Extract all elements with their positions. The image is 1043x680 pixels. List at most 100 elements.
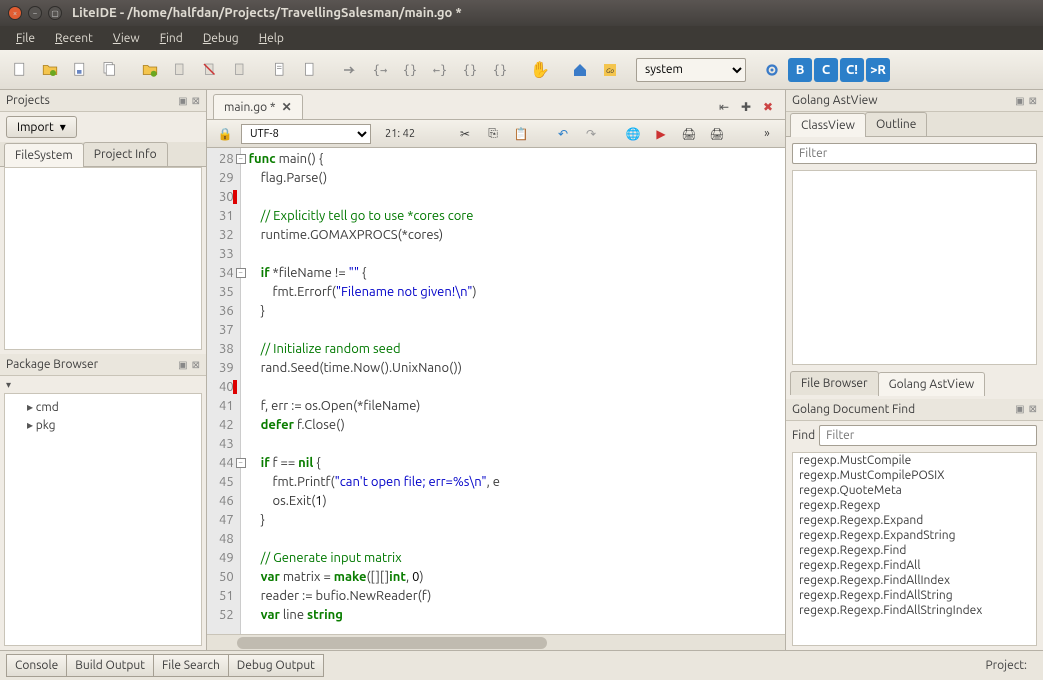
gutter-marker — [233, 380, 237, 394]
chevron-down-icon[interactable]: ▾ — [6, 379, 11, 390]
debug-button-2[interactable]: {} — [396, 56, 424, 84]
docfind-results[interactable]: regexp.MustCompileregexp.MustCompilePOSI… — [792, 452, 1037, 647]
print-icon[interactable]: 🖨 — [677, 122, 701, 146]
globe-icon[interactable]: 🌐 — [621, 122, 645, 146]
tree-item-cmd[interactable]: cmd — [9, 398, 197, 416]
close-icon[interactable]: ⊠ — [1029, 403, 1037, 415]
import-button[interactable]: Import ▾ — [6, 116, 77, 138]
result-item[interactable]: regexp.Regexp.Find — [793, 543, 1036, 558]
result-item[interactable]: regexp.Regexp.FindAllIndex — [793, 573, 1036, 588]
result-item[interactable]: regexp.QuoteMeta — [793, 483, 1036, 498]
restore-icon[interactable]: ▣ — [1015, 95, 1024, 107]
toolbar-c-button[interactable]: C — [814, 58, 838, 82]
package-tree[interactable]: cmdpkg — [4, 393, 202, 646]
toolbar-button-4[interactable] — [266, 56, 294, 84]
debug-button-4[interactable]: {} — [456, 56, 484, 84]
result-item[interactable]: regexp.Regexp.FindAllString — [793, 588, 1036, 603]
paste-icon[interactable]: 📋 — [509, 122, 533, 146]
encoding-select[interactable]: UTF-8 — [241, 124, 371, 144]
toolbar-button-3[interactable] — [226, 56, 254, 84]
result-item[interactable]: regexp.Regexp.ExpandString — [793, 528, 1036, 543]
toolbar-button-5[interactable] — [296, 56, 324, 84]
menu-view[interactable]: View — [105, 29, 148, 48]
window-minimize-button[interactable]: − — [28, 6, 42, 20]
save-all-button[interactable] — [96, 56, 124, 84]
open-folder-button[interactable] — [36, 56, 64, 84]
home-button[interactable] — [566, 56, 594, 84]
restore-icon[interactable]: ▣ — [178, 95, 187, 107]
filesystem-tree[interactable] — [4, 167, 202, 350]
print-preview-icon[interactable]: 🖨 — [705, 122, 729, 146]
tree-item-pkg[interactable]: pkg — [9, 416, 197, 434]
result-item[interactable]: regexp.MustCompilePOSIX — [793, 468, 1036, 483]
toolbar-button-2[interactable] — [196, 56, 224, 84]
toolbar-c-button[interactable]: C! — [840, 58, 864, 82]
toolbar-r-button[interactable]: >R — [866, 58, 890, 82]
menu-help[interactable]: Help — [251, 29, 292, 48]
tab-file-browser[interactable]: File Browser — [790, 371, 879, 395]
tab-close-icon[interactable]: ✕ — [282, 100, 292, 114]
tab-project-info[interactable]: Project Info — [83, 142, 168, 166]
step-over-button[interactable] — [336, 56, 364, 84]
fold-toggle[interactable]: − — [236, 458, 246, 468]
lock-icon[interactable]: 🔒 — [213, 122, 237, 146]
hand-icon[interactable]: ✋ — [526, 56, 554, 84]
fold-toggle[interactable]: − — [236, 268, 246, 278]
restore-icon[interactable]: ▣ — [178, 359, 187, 371]
statusbar-debug-output[interactable]: Debug Output — [228, 654, 324, 677]
tab-classview[interactable]: ClassView — [790, 113, 866, 137]
result-item[interactable]: regexp.Regexp.FindAll — [793, 558, 1036, 573]
more-icon[interactable]: » — [755, 122, 779, 146]
go-icon[interactable]: Go — [596, 56, 624, 84]
package-browser-title: Package Browser — [6, 358, 98, 371]
result-item[interactable]: regexp.Regexp.FindAllStringIndex — [793, 603, 1036, 618]
fold-toggle[interactable]: − — [236, 154, 246, 164]
toolbar-button-1[interactable] — [166, 56, 194, 84]
undo-icon[interactable]: ↶ — [551, 122, 575, 146]
statusbar-file-search[interactable]: File Search — [153, 654, 229, 677]
restore-icon[interactable]: ▣ — [1015, 403, 1024, 415]
env-select[interactable]: system — [636, 58, 746, 82]
astview-filter-input[interactable] — [792, 143, 1037, 164]
tab-filesystem[interactable]: FileSystem — [4, 143, 84, 167]
astview-tree[interactable] — [792, 170, 1037, 365]
toolbar-b-button[interactable]: B — [788, 58, 812, 82]
window-close-button[interactable]: × — [8, 6, 22, 20]
find-label: Find — [792, 429, 815, 442]
pdf-icon[interactable]: ▶ — [649, 122, 673, 146]
result-item[interactable]: regexp.Regexp — [793, 498, 1036, 513]
copy-icon[interactable]: ⎘ — [481, 122, 505, 146]
redo-icon[interactable]: ↷ — [579, 122, 603, 146]
menu-debug[interactable]: Debug — [195, 29, 247, 48]
statusbar-build-output[interactable]: Build Output — [66, 654, 154, 677]
new-file-button[interactable] — [6, 56, 34, 84]
menubar: FileRecentViewFindDebugHelp — [0, 26, 1043, 50]
project-open-button[interactable] — [136, 56, 164, 84]
cut-icon[interactable]: ✂ — [453, 122, 477, 146]
close-icon[interactable]: ⊠ — [1029, 95, 1037, 107]
debug-button-1[interactable]: {→ — [366, 56, 394, 84]
add-icon[interactable]: ✚ — [735, 96, 757, 118]
split-left-icon[interactable]: ⇤ — [713, 96, 735, 118]
horizontal-scrollbar[interactable] — [207, 634, 785, 650]
editor-tab[interactable]: main.go * ✕ — [213, 94, 303, 119]
window-maximize-button[interactable]: ▢ — [48, 6, 62, 20]
debug-button-3[interactable]: ←} — [426, 56, 454, 84]
code-editor[interactable]: func main() { flag.Parse() // Explicitly… — [241, 148, 785, 634]
save-button[interactable] — [66, 56, 94, 84]
result-item[interactable]: regexp.MustCompile — [793, 453, 1036, 468]
docfind-input[interactable] — [819, 425, 1037, 446]
debug-button-5[interactable]: {} — [486, 56, 514, 84]
tab-golang-astview[interactable]: Golang AstView — [878, 372, 986, 396]
menu-recent[interactable]: Recent — [47, 29, 101, 48]
menu-file[interactable]: File — [8, 29, 43, 48]
close-icon[interactable]: ⊠ — [192, 95, 200, 107]
close-icon[interactable]: ⊠ — [192, 359, 200, 371]
svg-text:Go: Go — [606, 68, 614, 75]
statusbar-console[interactable]: Console — [6, 654, 67, 677]
gear-icon[interactable] — [758, 56, 786, 84]
close-all-icon[interactable]: ✖ — [757, 96, 779, 118]
result-item[interactable]: regexp.Regexp.Expand — [793, 513, 1036, 528]
tab-outline[interactable]: Outline — [865, 112, 927, 136]
menu-find[interactable]: Find — [152, 29, 191, 48]
